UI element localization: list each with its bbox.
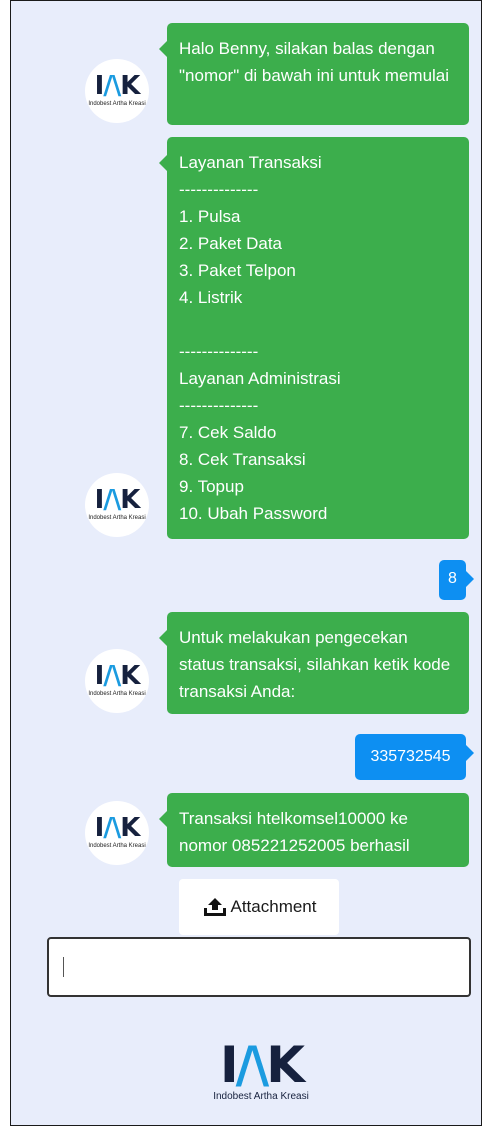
bot-avatar: I/\K Indobest Artha Kreasi [85, 649, 149, 713]
bot-logo-subtitle: Indobest Artha Kreasi [88, 515, 146, 521]
bot-message-instructions: Untuk melakukan pengecekan status transa… [159, 612, 469, 714]
menu-line: -------------- [179, 396, 259, 415]
menu-line [179, 311, 457, 338]
menu-line: 10. Ubah Password [179, 504, 328, 523]
menu-line: 7. Cek Saldo [179, 423, 277, 442]
bot-logo-subtitle: Indobest Artha Kreasi [88, 843, 146, 849]
bot-avatar: I/\K Indobest Artha Kreasi [85, 59, 149, 123]
bot-message-menu: Layanan Transaksi -------------- 1. Pulsa 2… [159, 137, 469, 539]
footer-logo-mark: I/\K [220, 1036, 305, 1094]
menu-line: 3. Paket Telpon [179, 261, 296, 280]
attachment-label: Attachment [230, 897, 317, 916]
menu-list: Layanan Transaksi -------------- 1. Pulsa 2… [179, 149, 457, 527]
bot-logo: I/\K [94, 71, 141, 101]
message-input[interactable] [47, 937, 471, 997]
user-message-text: 335732545 [370, 748, 451, 765]
bot-message-result: Transaksi htelkomsel10000 ke nomor 08522… [159, 793, 469, 867]
menu-line: -------------- [179, 342, 259, 361]
footer-logo: I/\K Indobest Artha Kreasi [161, 1037, 361, 1107]
bot-message-greeting: Halo Benny, silakan balas dengan "nomor"… [159, 23, 469, 125]
user-message: 8 [439, 560, 474, 600]
bot-message-text: Transaksi htelkomsel10000 ke nomor 08522… [179, 809, 410, 855]
bot-logo-subtitle: Indobest Artha Kreasi [88, 691, 146, 697]
bot-avatar: I/\K Indobest Artha Kreasi [85, 473, 149, 537]
bot-message-text: Untuk melakukan pengecekan status transa… [179, 628, 451, 701]
menu-line: -------------- [179, 180, 259, 199]
menu-line: 1. Pulsa [179, 207, 241, 226]
bot-logo-subtitle: Indobest Artha Kreasi [88, 101, 146, 107]
bot-avatar: I/\K Indobest Artha Kreasi [85, 801, 149, 865]
bot-logo: I/\K [94, 661, 141, 691]
user-message: 335732545 [355, 734, 474, 780]
bot-logo: I/\K [94, 485, 141, 515]
menu-line: 4. Listrik [179, 288, 243, 307]
menu-line: 8. Cek Transaksi [179, 450, 306, 469]
bot-message-text: Halo Benny, silakan balas dengan "nomor"… [179, 39, 450, 85]
user-message-text: 8 [448, 570, 457, 587]
footer-logo-subtitle: Indobest Artha Kreasi [213, 1091, 309, 1102]
menu-line: Layanan Administrasi [179, 369, 341, 388]
chat-window: I/\K Indobest Artha Kreasi Halo Benny, s… [10, 0, 482, 1126]
menu-line: Layanan Transaksi [179, 153, 322, 172]
upload-icon [203, 898, 226, 916]
text-caret [63, 957, 64, 977]
menu-line: 9. Topup [179, 477, 244, 496]
bot-logo: I/\K [94, 813, 141, 843]
attachment-button[interactable]: Attachment [179, 879, 339, 935]
menu-line: 2. Paket Data [179, 234, 283, 253]
